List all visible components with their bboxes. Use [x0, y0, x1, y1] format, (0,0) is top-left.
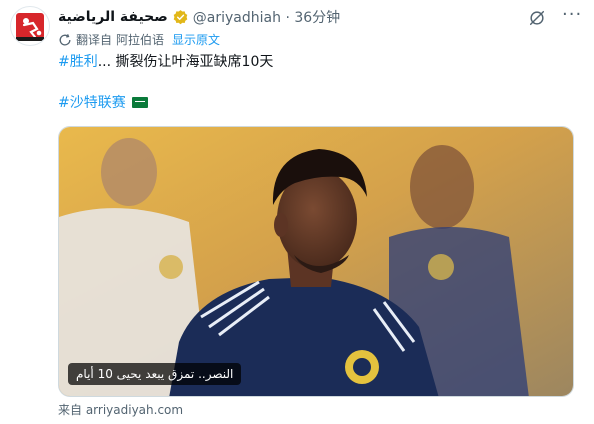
grok-icon[interactable]	[528, 9, 546, 27]
translation-lang: 阿拉伯语	[116, 33, 165, 47]
translate-icon	[59, 33, 71, 45]
tweet-text: ... 撕裂伤让叶海亚缺席10天	[97, 54, 274, 70]
handle-and-time[interactable]: @ariyadhiah · 36分钟	[193, 7, 340, 27]
hashtag-saudi-league[interactable]: #沙特联赛	[58, 92, 126, 112]
player-photo	[59, 127, 573, 396]
tweet-header: صحيفة الرياضية @ariyadhiah · 36分钟	[58, 6, 340, 28]
author-name[interactable]: صحيفة الرياضية	[58, 9, 168, 25]
avatar[interactable]	[10, 6, 50, 46]
hashtag-victory[interactable]: #胜利	[58, 54, 98, 70]
tweet-media[interactable]	[58, 126, 574, 397]
saudi-flag-icon	[131, 96, 148, 108]
more-icon[interactable]: ···	[562, 4, 582, 25]
logo-bar	[16, 37, 44, 41]
translation-row: 翻译自 阿拉伯语 显示原文	[58, 31, 220, 48]
verified-badge-icon	[173, 9, 188, 24]
tweet-text-line1: #胜利... 撕裂伤让叶海亚缺席10天	[58, 51, 273, 71]
card-source[interactable]: 来自 arriyadiyah.com	[58, 401, 183, 418]
tweet-text-line2: #沙特联赛	[58, 92, 148, 112]
translation-label: 翻译自	[76, 33, 113, 47]
media-caption: النصر.. تمزق يبعد يحيى 10 أيام	[68, 363, 242, 385]
show-original-link[interactable]: 显示原文	[172, 31, 220, 48]
